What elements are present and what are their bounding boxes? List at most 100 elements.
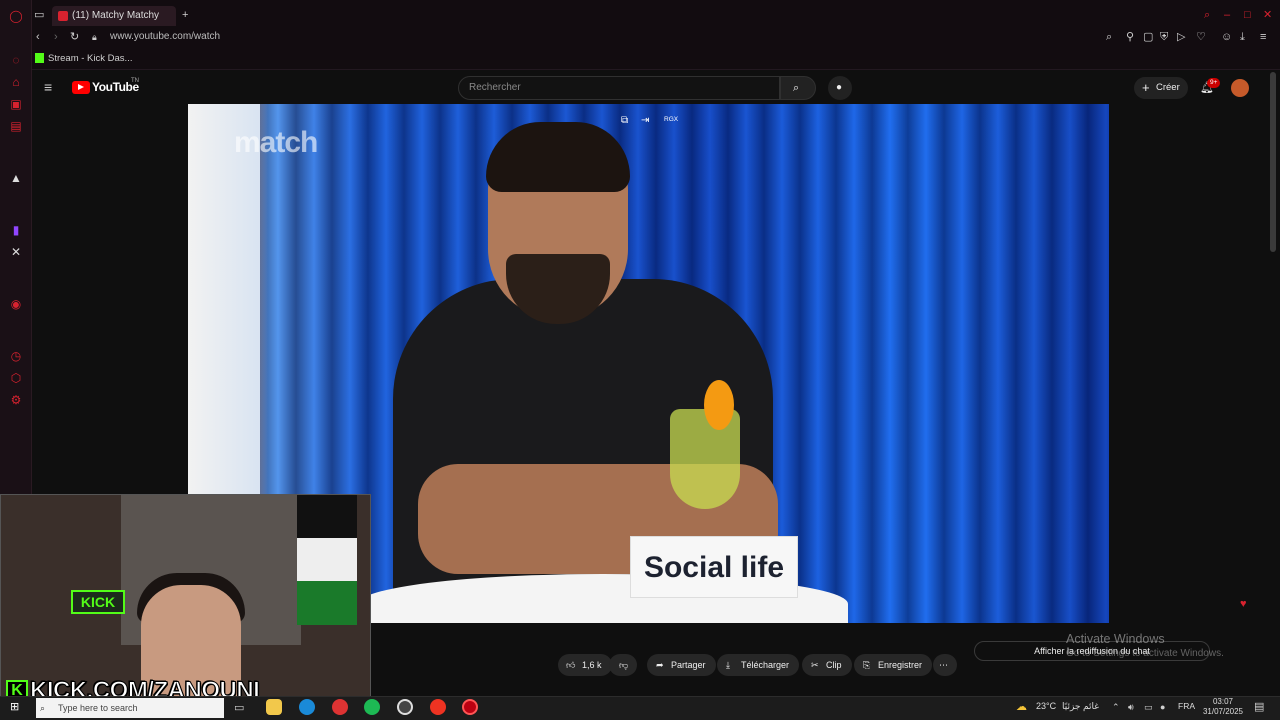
save-label: Enregistrer: [878, 660, 923, 670]
adblock-icon[interactable]: ⛨: [1160, 30, 1168, 44]
obs-icon[interactable]: [397, 699, 413, 715]
x-icon[interactable]: ✕: [8, 244, 24, 260]
dislike-button[interactable]: 👎︎: [609, 654, 637, 676]
file-explorer-icon[interactable]: [266, 699, 282, 715]
taskbar-search-input[interactable]: Type here to search: [36, 698, 224, 718]
taskbar-weather-text[interactable]: غائم جزئيًا: [1062, 701, 1099, 712]
clip-label: Clip: [826, 660, 842, 670]
video-overlay-label[interactable]: RGX: [664, 116, 678, 123]
save-button[interactable]: ⎘ Enregistrer: [854, 654, 933, 676]
heart-icon[interactable]: ♡: [1196, 30, 1206, 44]
voice-search-button[interactable]: ●: [828, 76, 852, 100]
floating-handshake-icon[interactable]: ♥: [1240, 597, 1247, 611]
share-icon: ➦: [656, 660, 664, 670]
bookmarks-bar: [32, 48, 1280, 70]
aria-icon[interactable]: ◌: [8, 52, 24, 68]
history-icon[interactable]: ◷: [8, 348, 24, 364]
settings-icon[interactable]: ⚙: [8, 392, 24, 408]
taskbar-time: 03:07: [1212, 697, 1234, 706]
download-label: Télécharger: [741, 660, 790, 670]
task-view-icon[interactable]: ▭: [234, 701, 244, 715]
share-label: Partager: [671, 660, 706, 670]
taskbar-clock[interactable]: 03:07 31/07/2025: [1200, 697, 1246, 717]
video-left-wall: [188, 104, 260, 494]
search-input[interactable]: Rechercher: [458, 76, 780, 100]
opera-gx-icon[interactable]: [430, 699, 446, 715]
extensions-icon[interactable]: ⬡: [8, 370, 24, 386]
search-button[interactable]: ⌕: [780, 76, 816, 100]
taskbar-date: 31/07/2025: [1202, 707, 1244, 716]
activate-windows-subtitle: Go to Settings to activate Windows.: [1066, 648, 1224, 659]
pin-icon[interactable]: ⚲: [1126, 30, 1134, 44]
webcam-overlay: KICK: [0, 494, 371, 706]
lock-icon: 🔒︎: [92, 32, 97, 42]
search-icon: ⌕: [793, 82, 800, 94]
forward-icon[interactable]: ›: [54, 30, 58, 44]
url-field[interactable]: www.youtube.com/watch: [110, 29, 220, 45]
spotify-icon[interactable]: [364, 699, 380, 715]
clip-button[interactable]: ✂ Clip: [802, 654, 852, 676]
menu-icon[interactable]: ≡: [1260, 30, 1266, 44]
video-person-hair: [486, 122, 630, 192]
zoom-icon[interactable]: ⌕: [1106, 30, 1112, 44]
video-enter-icon[interactable]: ⇥: [641, 114, 649, 128]
aria-ai-icon[interactable]: ▲: [8, 170, 24, 186]
video-sign: Social life: [630, 536, 798, 598]
twitch-icon[interactable]: ▮: [8, 222, 24, 238]
video-watermark-logo: match: [234, 126, 318, 159]
tray-chevron-icon[interactable]: ⌃: [1112, 700, 1120, 714]
scissors-icon: ✂: [811, 660, 819, 670]
bookmark-icon: ⎘: [863, 660, 871, 670]
opera-logo-icon[interactable]: ◯: [8, 8, 24, 24]
youtube-logo-icon[interactable]: [72, 81, 90, 94]
tab-active[interactable]: (11) Matchy Matchy: [52, 6, 176, 26]
snapshot-icon[interactable]: ▢: [1143, 30, 1153, 44]
app-red-icon[interactable]: [332, 699, 348, 715]
like-button[interactable]: 👍︎ 1,6 k: [558, 654, 612, 676]
search-tabs-icon[interactable]: ⌕: [1204, 8, 1210, 22]
play-icon[interactable]: ▷: [1177, 30, 1185, 44]
more-actions-button[interactable]: ⋯: [933, 654, 957, 676]
volume-icon[interactable]: 🔊︎: [1128, 700, 1134, 714]
account-avatar[interactable]: [1231, 79, 1249, 97]
opera-icon[interactable]: [462, 699, 478, 715]
like-count: 1,6 k: [582, 660, 602, 670]
video-orange-slice: [704, 380, 734, 430]
close-window-icon[interactable]: ✕: [1263, 8, 1272, 22]
create-button[interactable]: + Créer: [1134, 77, 1188, 99]
download-icon[interactable]: ⤓: [1240, 30, 1245, 44]
player-icon[interactable]: ◉: [8, 296, 24, 312]
maximize-icon[interactable]: □: [1244, 8, 1251, 22]
page-scrollbar[interactable]: [1270, 72, 1276, 252]
notification-center-icon[interactable]: ▤: [1254, 700, 1264, 714]
reload-icon[interactable]: ↻: [70, 30, 79, 44]
weather-icon: ☁: [1016, 701, 1027, 713]
profile-icon[interactable]: ☺: [1221, 30, 1232, 44]
mic-tray-icon[interactable]: ●: [1160, 700, 1165, 714]
youtube-country-code: TN: [131, 78, 139, 84]
share-button[interactable]: ➦ Partager: [647, 654, 716, 676]
taskbar-language[interactable]: FRA: [1178, 701, 1195, 711]
microphone-icon: ●: [836, 82, 843, 93]
messenger-icon[interactable]: ▣: [8, 96, 24, 112]
taskbar-temperature[interactable]: 23°C: [1036, 701, 1056, 711]
hamburger-menu-icon[interactable]: ≡: [44, 80, 52, 94]
back-icon[interactable]: ‹: [36, 30, 40, 44]
download-button[interactable]: ⤓ Télécharger: [717, 654, 800, 676]
kick-favicon-icon: [35, 53, 44, 63]
network-icon[interactable]: ▭: [1144, 700, 1153, 714]
more-icon: ⋯: [939, 660, 948, 670]
minimize-icon[interactable]: –: [1224, 8, 1230, 22]
bookmark-kick[interactable]: Stream - Kick Das...: [48, 52, 132, 66]
notification-badge: 9+: [1207, 78, 1221, 88]
tab-workspace-icon[interactable]: ▭: [34, 8, 44, 22]
create-label: Créer: [1156, 82, 1180, 93]
new-tab-icon[interactable]: +: [182, 8, 188, 22]
edge-icon[interactable]: [299, 699, 315, 715]
tab-title: (11) Matchy Matchy: [72, 10, 160, 21]
video-popout-icon[interactable]: ⧉: [621, 114, 628, 128]
home-icon[interactable]: ⌂: [8, 74, 24, 90]
windows-start-icon[interactable]: ⊞: [10, 700, 19, 714]
news-icon[interactable]: ▤: [8, 118, 24, 134]
thumbs-down-icon: 👎︎: [619, 660, 629, 670]
